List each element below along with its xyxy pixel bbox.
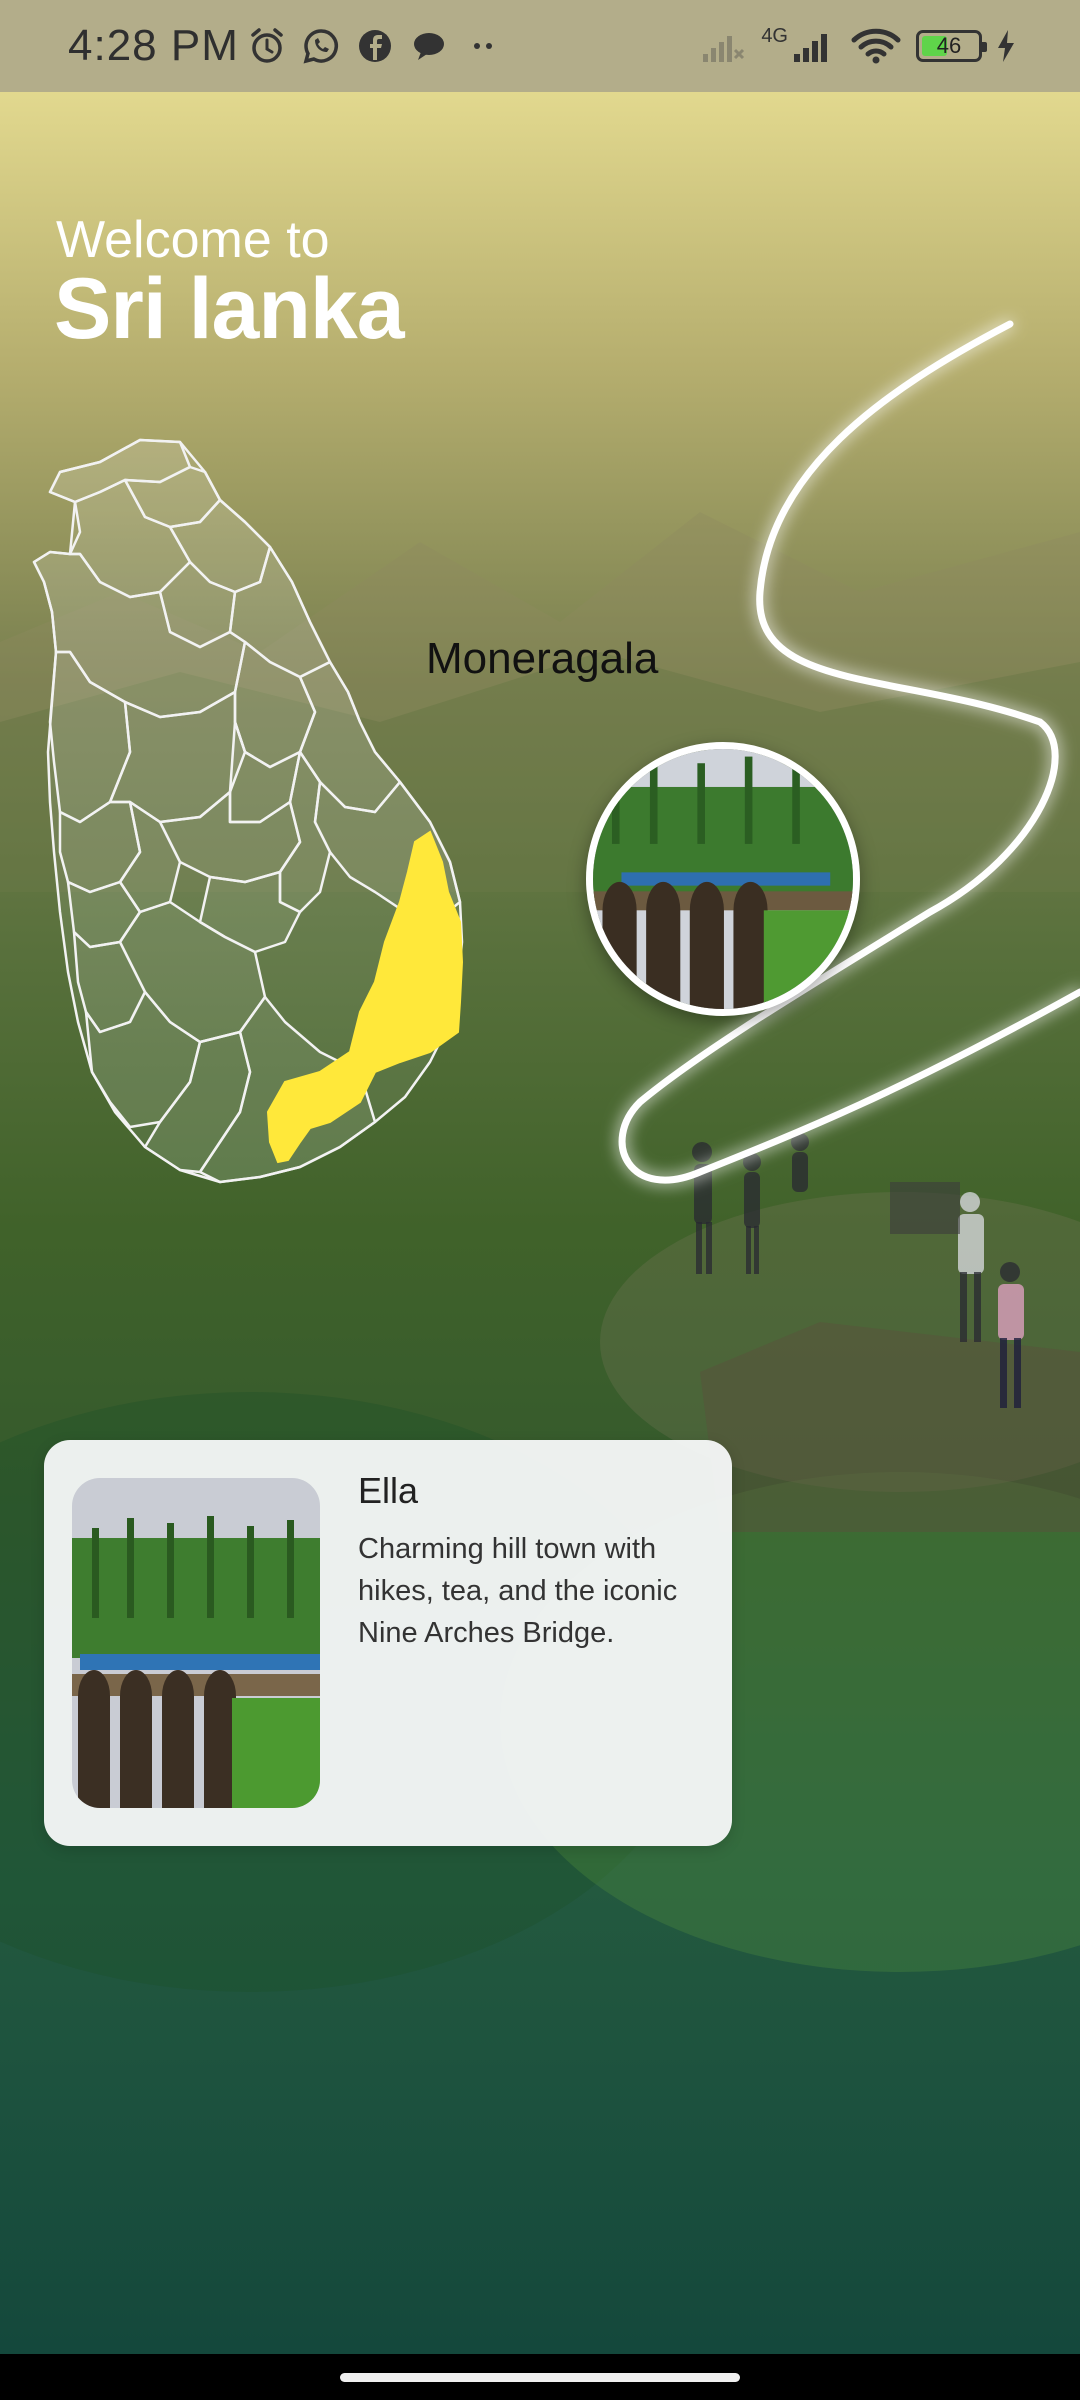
whatsapp-icon [303, 29, 338, 64]
destination-card[interactable]: Ella Charming hill town with hikes, tea,… [44, 1440, 732, 1846]
alarm-icon [251, 28, 283, 63]
destination-description: Charming hill town with hikes, tea, and … [358, 1533, 678, 1649]
battery-icon: 46 [916, 30, 987, 62]
facebook-icon [358, 30, 391, 62]
network-type-label: 4G [761, 24, 788, 47]
destination-title: Ella [358, 1470, 419, 1511]
charging-icon [998, 30, 1014, 62]
more-dots-icon [473, 43, 492, 49]
chat-bubble-icon [413, 33, 444, 60]
ella-bridge-photo [72, 1478, 320, 1808]
signal-no-service-icon [703, 36, 745, 62]
destination-image [72, 1478, 320, 1808]
status-bar: 4:28 PM 4G 46 [0, 0, 1080, 92]
sri-lanka-map [32, 438, 464, 1184]
home-indicator[interactable] [340, 2373, 740, 2382]
selected-district-label: Moneragala [426, 634, 659, 683]
status-time: 4:28 PM [68, 21, 239, 70]
navigation-bar [0, 2354, 1080, 2400]
notification-icons [247, 26, 503, 66]
landscape-background: Welcome to Sri lanka Moneragala Ella Cha… [0, 92, 1080, 2354]
battery-level-text: 46 [936, 33, 962, 58]
wifi-icon [851, 28, 901, 64]
system-icons: 4G 46 [699, 24, 1016, 66]
ella-bridge-photo [593, 749, 853, 1009]
ella-thumbnail-circle[interactable] [586, 742, 860, 1016]
welcome-title: Sri lanka [54, 261, 405, 357]
signal-icon [794, 34, 827, 62]
